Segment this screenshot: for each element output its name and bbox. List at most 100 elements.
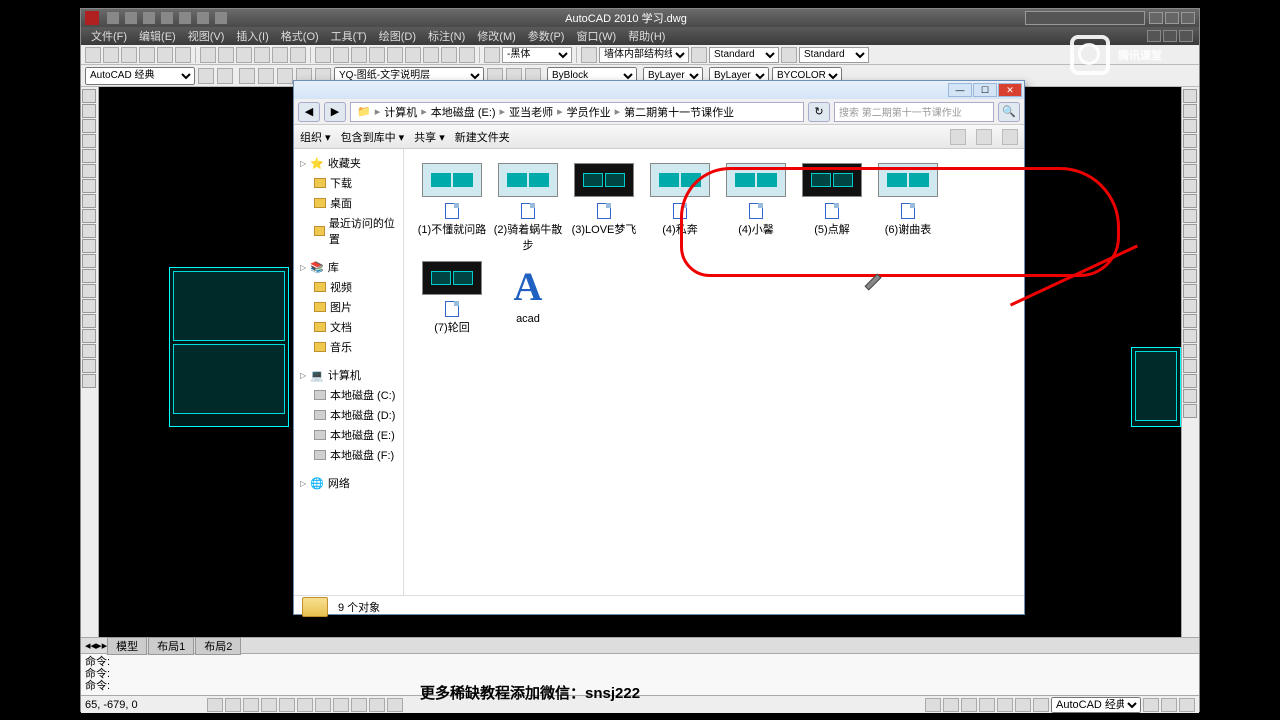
sidebar-item[interactable]: 本地磁盘 (F:) bbox=[294, 445, 403, 465]
status-toggle[interactable] bbox=[925, 698, 941, 712]
tool-btn[interactable] bbox=[139, 47, 155, 63]
file-item[interactable]: (7)轮回 bbox=[414, 257, 490, 339]
tool-btn[interactable] bbox=[691, 47, 707, 63]
organize-menu[interactable]: 组织 ▾ bbox=[300, 129, 331, 145]
status-toggle[interactable] bbox=[261, 698, 277, 712]
search-icon[interactable]: 🔍 bbox=[998, 102, 1020, 122]
draw-tool[interactable] bbox=[82, 344, 96, 358]
tool-btn[interactable] bbox=[333, 47, 349, 63]
menu-item[interactable]: 视图(V) bbox=[184, 28, 229, 44]
modify-tool[interactable] bbox=[1183, 239, 1197, 253]
tool-btn[interactable] bbox=[85, 47, 101, 63]
modify-tool[interactable] bbox=[1183, 284, 1197, 298]
draw-tool[interactable] bbox=[82, 179, 96, 193]
tool-btn[interactable] bbox=[387, 47, 403, 63]
help-search[interactable] bbox=[1025, 11, 1145, 25]
modify-tool[interactable] bbox=[1183, 119, 1197, 133]
maximize-button[interactable]: ☐ bbox=[973, 83, 997, 97]
menu-item[interactable]: 帮助(H) bbox=[624, 28, 669, 44]
menu-item[interactable]: 编辑(E) bbox=[135, 28, 180, 44]
tool-btn[interactable] bbox=[236, 47, 252, 63]
help-icon[interactable] bbox=[1002, 129, 1018, 145]
tool-btn[interactable] bbox=[405, 47, 421, 63]
modify-tool[interactable] bbox=[1183, 104, 1197, 118]
tool-btn[interactable] bbox=[369, 47, 385, 63]
file-item[interactable]: (4)小馨 bbox=[718, 159, 794, 257]
file-item[interactable]: (3)LOVE梦飞 bbox=[566, 159, 642, 257]
file-item[interactable]: (5)点解 bbox=[794, 159, 870, 257]
modify-tool[interactable] bbox=[1183, 134, 1197, 148]
draw-tool[interactable] bbox=[82, 164, 96, 178]
view-button[interactable] bbox=[950, 129, 966, 145]
explorer-search[interactable]: 搜索 第二期第十一节课作业 bbox=[834, 102, 994, 122]
dimstyle-select[interactable]: 墙体内部结构线 bbox=[599, 47, 689, 63]
modify-tool[interactable] bbox=[1183, 269, 1197, 283]
status-toggle[interactable] bbox=[997, 698, 1013, 712]
tool-btn[interactable] bbox=[200, 47, 216, 63]
draw-tool[interactable] bbox=[82, 149, 96, 163]
sidebar-item[interactable]: 最近访问的位置 bbox=[294, 213, 403, 249]
sidebar-item[interactable]: 桌面 bbox=[294, 193, 403, 213]
modify-tool[interactable] bbox=[1183, 344, 1197, 358]
status-toggle[interactable] bbox=[979, 698, 995, 712]
modify-tool[interactable] bbox=[1183, 89, 1197, 103]
layout-tab[interactable]: 布局1 bbox=[148, 637, 194, 655]
tool-btn[interactable] bbox=[290, 47, 306, 63]
menu-item[interactable]: 插入(I) bbox=[232, 28, 272, 44]
breadcrumb[interactable]: 📁▸ 计算机▸ 本地磁盘 (E:)▸ 亚当老师▸ 学员作业▸ 第二期第十一节课作… bbox=[350, 102, 804, 122]
qat-btn[interactable] bbox=[107, 12, 119, 24]
tool-btn[interactable] bbox=[217, 68, 233, 84]
qat-btn[interactable] bbox=[215, 12, 227, 24]
draw-tool[interactable] bbox=[82, 254, 96, 268]
font-select[interactable]: -黑体 bbox=[502, 47, 572, 63]
status-toggle[interactable] bbox=[1033, 698, 1049, 712]
tool-btn[interactable] bbox=[781, 47, 797, 63]
sidebar-item[interactable]: 视频 bbox=[294, 277, 403, 297]
maximize-button[interactable] bbox=[1165, 12, 1179, 24]
file-item[interactable]: (6)谢曲表 bbox=[870, 159, 946, 257]
modify-tool[interactable] bbox=[1183, 329, 1197, 343]
qat-btn[interactable] bbox=[197, 12, 209, 24]
modify-tool[interactable] bbox=[1183, 254, 1197, 268]
forward-button[interactable]: ▶ bbox=[324, 102, 346, 122]
draw-tool[interactable] bbox=[82, 239, 96, 253]
tool-btn[interactable] bbox=[103, 47, 119, 63]
sidebar-item[interactable]: 本地磁盘 (D:) bbox=[294, 405, 403, 425]
draw-tool[interactable] bbox=[82, 269, 96, 283]
status-toggle[interactable] bbox=[243, 698, 259, 712]
tool-btn[interactable] bbox=[315, 47, 331, 63]
file-item[interactable]: (1)不懂就问路 bbox=[414, 159, 490, 257]
modify-tool[interactable] bbox=[1183, 359, 1197, 373]
newfolder-button[interactable]: 新建文件夹 bbox=[455, 129, 510, 145]
file-item[interactable]: (2)骑着蜗牛散步 bbox=[490, 159, 566, 257]
modify-tool[interactable] bbox=[1183, 164, 1197, 178]
preview-button[interactable] bbox=[976, 129, 992, 145]
draw-tool[interactable] bbox=[82, 104, 96, 118]
draw-tool[interactable] bbox=[82, 89, 96, 103]
tool-btn[interactable] bbox=[218, 47, 234, 63]
close-button[interactable]: ✕ bbox=[998, 83, 1022, 97]
draw-tool[interactable] bbox=[82, 299, 96, 313]
computer-group[interactable]: 💻计算机 bbox=[294, 365, 403, 385]
back-button[interactable]: ◀ bbox=[298, 102, 320, 122]
draw-tool[interactable] bbox=[82, 224, 96, 238]
status-toggle[interactable] bbox=[351, 698, 367, 712]
tool-btn[interactable] bbox=[459, 47, 475, 63]
draw-tool[interactable] bbox=[82, 284, 96, 298]
tool-btn[interactable] bbox=[198, 68, 214, 84]
layer-btn[interactable] bbox=[239, 68, 255, 84]
modify-tool[interactable] bbox=[1183, 404, 1197, 418]
modify-tool[interactable] bbox=[1183, 299, 1197, 313]
model-tab[interactable]: 模型 bbox=[107, 637, 147, 655]
layer-btn[interactable] bbox=[258, 68, 274, 84]
modify-tool[interactable] bbox=[1183, 224, 1197, 238]
modify-tool[interactable] bbox=[1183, 374, 1197, 388]
menu-item[interactable]: 参数(P) bbox=[524, 28, 569, 44]
status-toggle[interactable] bbox=[1015, 698, 1031, 712]
tool-btn[interactable] bbox=[484, 47, 500, 63]
draw-tool[interactable] bbox=[82, 374, 96, 388]
menu-item[interactable]: 格式(O) bbox=[277, 28, 323, 44]
qat-btn[interactable] bbox=[125, 12, 137, 24]
share-menu[interactable]: 共享 ▾ bbox=[414, 129, 445, 145]
tool-btn[interactable] bbox=[581, 47, 597, 63]
